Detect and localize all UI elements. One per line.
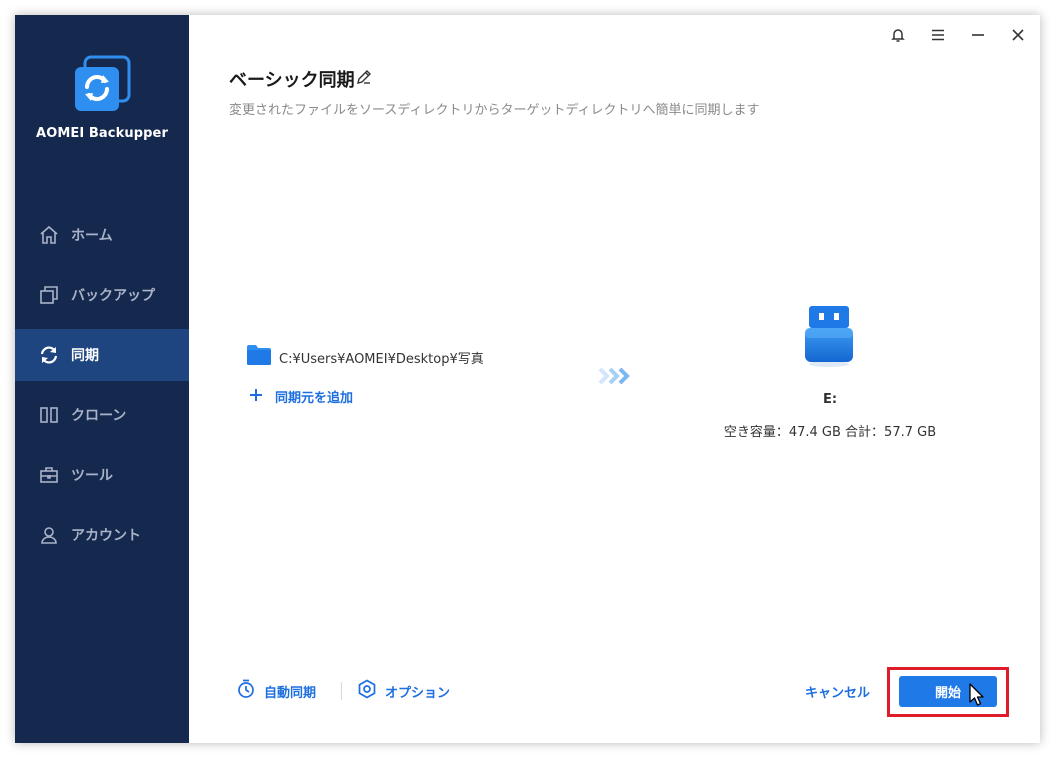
cancel-button[interactable]: キャンセル [805, 682, 870, 701]
backup-icon [38, 284, 60, 306]
source-item[interactable]: C:¥Users¥AOMEI¥Desktop¥写真 [247, 345, 484, 369]
close-icon[interactable] [1008, 25, 1028, 45]
schedule-sync-label: 自動同期 [264, 685, 317, 701]
divider [341, 682, 342, 700]
home-icon [38, 224, 60, 246]
bell-icon[interactable] [888, 25, 908, 45]
sidebar-item-label: バックアップ [71, 288, 155, 304]
direction-arrows-icon [598, 367, 632, 389]
source-path: C:¥Users¥AOMEI¥Desktop¥写真 [279, 351, 484, 367]
sidebar-item-backup[interactable]: バックアップ [15, 269, 189, 321]
sync-icon [38, 344, 60, 366]
sidebar: AOMEI Backupper ホーム バックアップ 同期 クローン ツール ア… [15, 15, 189, 743]
sidebar-item-tools[interactable]: ツール [15, 449, 189, 501]
sidebar-item-label: ホーム [71, 228, 113, 244]
sidebar-item-home[interactable]: ホーム [15, 209, 189, 261]
menu-icon[interactable] [928, 25, 948, 45]
clone-icon [38, 404, 60, 426]
app-name: AOMEI Backupper [36, 126, 168, 141]
sidebar-item-clone[interactable]: クローン [15, 389, 189, 441]
sidebar-item-label: 同期 [71, 348, 99, 364]
add-source-button[interactable]: 同期元を追加 [249, 387, 353, 406]
page-title: ベーシック同期 [229, 70, 355, 91]
mouse-cursor-icon [969, 683, 985, 707]
options-button[interactable]: オプション [357, 679, 450, 703]
options-label: オプション [385, 685, 451, 701]
drive-capacity: 空き容量：47.4 GB 合計：57.7 GB [723, 425, 937, 440]
edit-icon[interactable] [355, 68, 373, 86]
drive-letter: E: [822, 392, 838, 407]
stopwatch-icon [236, 679, 256, 703]
app-window: AOMEI Backupper ホーム バックアップ 同期 クローン ツール ア… [15, 15, 1040, 743]
folder-icon [247, 345, 271, 369]
sidebar-item-label: クローン [71, 408, 127, 424]
sidebar-item-sync[interactable]: 同期 [15, 329, 189, 381]
minimize-icon[interactable] [968, 25, 988, 45]
plus-icon [249, 387, 263, 406]
schedule-sync-button[interactable]: 自動同期 [236, 679, 316, 703]
sidebar-item-label: アカウント [71, 528, 141, 544]
tools-icon [38, 464, 60, 486]
aomei-logo-icon [73, 55, 131, 113]
sidebar-item-account[interactable]: アカウント [15, 509, 189, 561]
usb-drive-icon[interactable] [803, 304, 855, 368]
account-icon [38, 524, 60, 546]
settings-hexagon-icon [357, 679, 377, 703]
page-subtitle: 変更されたファイルをソースディレクトリからターゲットディレクトリへ簡単に同期しま… [229, 103, 760, 118]
add-source-label: 同期元を追加 [275, 391, 354, 406]
sidebar-item-label: ツール [71, 468, 113, 484]
